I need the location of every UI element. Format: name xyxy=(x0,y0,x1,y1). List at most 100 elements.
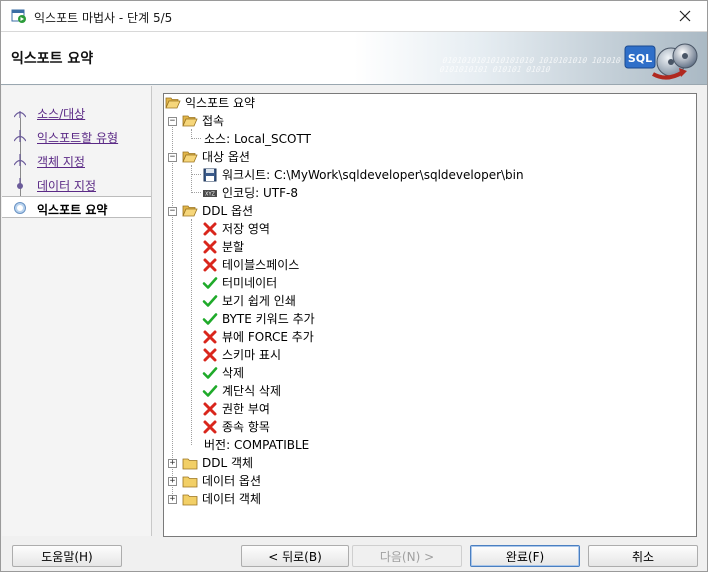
banner-title: 익스포트 요약 xyxy=(11,51,94,67)
wizard-steps-nav: 소스/대상 익스포트할 유형 객체 지정 데이터 지정 익스포트 요약 xyxy=(2,86,152,536)
ddl-option-label: 터미네이터 xyxy=(222,276,278,290)
ddl-option-label: 권한 부여 xyxy=(222,402,270,416)
open-folder-icon xyxy=(182,115,198,127)
ddl-option-item[interactable]: 분할 xyxy=(202,238,244,256)
tree-node-data-objects[interactable]: 데이터 객체 xyxy=(182,490,261,508)
ddl-option-item[interactable]: 삭제 xyxy=(202,364,244,382)
step-label: 객체 지정 xyxy=(37,155,85,169)
check-icon xyxy=(202,277,218,289)
banner-binary-decoration: 0101010101010101010 1010101010 101010 01… xyxy=(438,56,623,74)
open-folder-icon xyxy=(182,205,198,217)
cross-icon xyxy=(203,222,217,236)
tree-leaf-label: 소스: Local_SCOTT xyxy=(204,132,311,146)
tree-leaf-label: 인코딩: UTF-8 xyxy=(222,186,298,200)
tree-node-label: 데이터 객체 xyxy=(202,492,262,506)
tree-node-label: 대상 옵션 xyxy=(202,150,250,164)
tree-node-data-options[interactable]: 데이터 옵션 xyxy=(182,472,261,490)
cross-icon xyxy=(203,258,217,272)
ddl-option-item[interactable]: 뷰에 FORCE 추가 xyxy=(202,328,314,346)
tree-node-connection[interactable]: 접속 xyxy=(182,112,224,130)
export-logo-icon: SQL xyxy=(624,43,698,80)
tree-node-label: 접속 xyxy=(202,114,225,128)
expand-toggle-icon[interactable]: + xyxy=(168,477,177,486)
tree-leaf-source[interactable]: 소스: Local_SCOTT xyxy=(204,130,311,148)
tree-leaf-label: 워크시트: C:\MyWork\sqldeveloper\sqldevelope… xyxy=(222,168,524,182)
open-folder-icon xyxy=(165,97,181,109)
close-icon xyxy=(679,10,691,22)
step-node-icon xyxy=(17,178,23,189)
ddl-option-label: 계단식 삭제 xyxy=(222,384,282,398)
check-icon xyxy=(202,313,218,325)
wizard-header-banner: 익스포트 요약 0101010101010101010 1010101010 1… xyxy=(1,31,707,85)
tree-node-target-options[interactable]: 대상 옵션 xyxy=(182,148,250,166)
cross-icon xyxy=(203,240,217,254)
tree-guide-line xyxy=(191,165,192,193)
cross-icon xyxy=(203,348,217,362)
ddl-option-item[interactable]: BYTE 키워드 추가 xyxy=(202,310,315,328)
tree-guide-line xyxy=(191,174,201,175)
window-title: 익스포트 마법사 - 단계 5/5 xyxy=(34,11,173,25)
step-label: 익스포트 요약 xyxy=(37,203,108,217)
closed-folder-icon xyxy=(182,476,198,488)
ddl-option-label: 분할 xyxy=(222,240,245,254)
sql-badge-text: SQL xyxy=(628,52,652,65)
step-label: 데이터 지정 xyxy=(37,179,97,193)
current-step-icon xyxy=(14,202,26,214)
tree-leaf-worksheet[interactable]: 워크시트: C:\MyWork\sqldeveloper\sqldevelope… xyxy=(202,166,524,184)
ddl-option-item[interactable]: 권한 부여 xyxy=(202,400,270,418)
tree-leaf-version[interactable]: 버전: COMPATIBLE xyxy=(204,436,309,454)
step-specify-objects[interactable]: 객체 지정 xyxy=(2,149,151,171)
ddl-option-label: 저장 영역 xyxy=(222,222,270,236)
tree-leaf-encoding[interactable]: XYZ 인코딩: UTF-8 xyxy=(202,184,298,202)
export-summary-tree[interactable]: 익스포트 요약 − 접속 소스: Local_SCOTT − 대상 옵션 워크시… xyxy=(163,93,697,537)
ddl-option-item[interactable]: 저장 영역 xyxy=(202,220,270,238)
expand-toggle-icon[interactable]: + xyxy=(168,495,177,504)
tree-guide-line xyxy=(172,120,173,494)
collapse-toggle-icon[interactable]: − xyxy=(168,117,177,126)
cross-icon xyxy=(203,330,217,344)
close-button[interactable] xyxy=(663,1,707,31)
ddl-option-item[interactable]: 계단식 삭제 xyxy=(202,382,281,400)
step-label: 익스포트할 유형 xyxy=(37,131,119,145)
next-button[interactable]: 다음(N) > xyxy=(352,545,462,567)
step-specify-data[interactable]: 데이터 지정 xyxy=(2,173,151,195)
finish-button[interactable]: 완료(F) xyxy=(470,545,580,567)
title-bar: 익스포트 마법사 - 단계 5/5 xyxy=(1,1,707,31)
ddl-option-label: 스키마 표시 xyxy=(222,348,282,362)
cross-icon xyxy=(203,402,217,416)
help-button[interactable]: 도움말(H) xyxy=(12,545,122,567)
ddl-option-item[interactable]: 테이블스페이스 xyxy=(202,256,299,274)
collapse-toggle-icon[interactable]: − xyxy=(168,207,177,216)
ddl-option-item[interactable]: 터미네이터 xyxy=(202,274,277,292)
tree-node-label: DDL 객체 xyxy=(202,456,254,470)
collapse-toggle-icon[interactable]: − xyxy=(168,153,177,162)
closed-folder-icon xyxy=(182,494,198,506)
step-source-target[interactable]: 소스/대상 xyxy=(2,101,151,123)
cancel-button[interactable]: 취소 xyxy=(588,545,698,567)
tree-root-label: 익스포트 요약 xyxy=(185,96,256,110)
ddl-option-label: 테이블스페이스 xyxy=(222,258,300,272)
tree-root[interactable]: 익스포트 요약 xyxy=(165,94,255,112)
tree-guide-line xyxy=(191,192,201,193)
ddl-option-label: 뷰에 FORCE 추가 xyxy=(222,330,314,344)
step-node-icon xyxy=(14,154,26,166)
ddl-option-label: 삭제 xyxy=(222,366,245,380)
encoding-xyz-icon: XYZ xyxy=(203,190,217,198)
step-export-types[interactable]: 익스포트할 유형 xyxy=(2,125,151,147)
expand-toggle-icon[interactable]: + xyxy=(168,459,177,468)
tree-node-ddl-options[interactable]: DDL 옵션 xyxy=(182,202,253,220)
ddl-option-label: 종속 항목 xyxy=(222,420,270,434)
check-icon xyxy=(202,295,218,307)
ddl-option-item[interactable]: 보기 쉽게 인쇄 xyxy=(202,292,296,310)
step-export-summary[interactable]: 익스포트 요약 xyxy=(2,196,151,218)
svg-text:XYZ: XYZ xyxy=(205,192,215,198)
step-node-icon xyxy=(14,130,26,142)
ddl-option-label: 보기 쉽게 인쇄 xyxy=(222,294,296,308)
tree-guide-line xyxy=(191,138,201,139)
tree-node-ddl-objects[interactable]: DDL 객체 xyxy=(182,454,253,472)
tree-leaf-label: 버전: COMPATIBLE xyxy=(204,438,310,452)
back-button[interactable]: < 뒤로(B) xyxy=(241,545,349,567)
ddl-option-item[interactable]: 스키마 표시 xyxy=(202,346,281,364)
check-icon xyxy=(202,367,218,379)
ddl-option-item[interactable]: 종속 항목 xyxy=(202,418,270,436)
